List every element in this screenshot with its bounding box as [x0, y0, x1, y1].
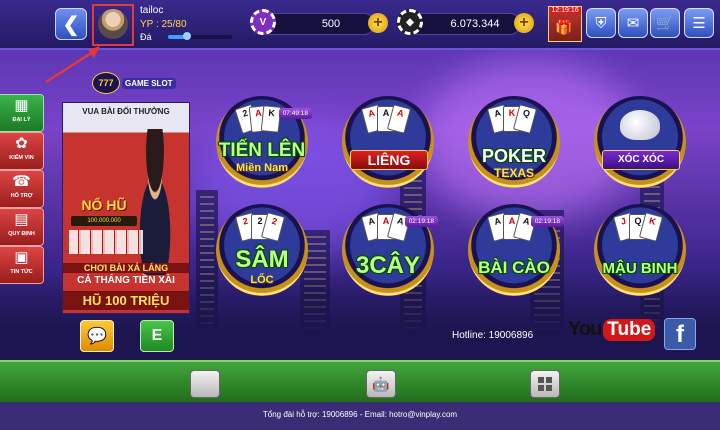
brand-logo: 777 GAME SLOT	[92, 72, 176, 94]
news-icon: ▣	[14, 249, 29, 266]
game-bai-cao[interactable]: A A A 02:19:18 BÀI CÀO	[468, 204, 564, 296]
cart-icon: 🛒	[655, 15, 675, 32]
youtube-button[interactable]: You Tube	[568, 318, 656, 341]
event-clock-button[interactable]: 12:19:16 🎁	[548, 6, 582, 42]
coin-chip-icon: ◆	[397, 9, 423, 35]
shield-icon: ⛨	[595, 14, 607, 32]
book-icon: ▤	[14, 211, 29, 228]
game-timer: 07:49:18	[278, 108, 312, 119]
game-lieng[interactable]: A A A LIÊNG	[342, 96, 434, 188]
cards-icon: J Q K	[612, 212, 666, 254]
gift-icon: ✿	[15, 135, 28, 152]
playing-cards-image	[69, 230, 143, 254]
chat-button[interactable]: 💬	[80, 320, 114, 352]
xp-progress-bar	[168, 32, 232, 40]
game-xoc-xoc[interactable]: XÓC XÓC	[594, 96, 686, 188]
game-mau-binh[interactable]: J Q K MẬU BINH	[594, 204, 686, 296]
cards-icon: A K Q	[486, 104, 540, 146]
footer-contact: Tổng đài hỗ trợ: 19006896 - Email: hotro…	[262, 410, 458, 419]
menu-button[interactable]: ☰	[684, 8, 714, 38]
avatar[interactable]	[98, 9, 128, 39]
username: tailoc	[140, 5, 164, 16]
hotline-text: Hotline: 19006896	[452, 330, 534, 341]
game-sam-loc[interactable]: 2 2 2 SÂM LỐC	[216, 204, 308, 296]
chip-balance: 500	[321, 18, 341, 30]
vin-chip-icon: V	[250, 9, 276, 35]
hamburger-icon: ☰	[692, 15, 706, 32]
support-icon: ☎	[12, 173, 31, 190]
vp-level: YP : 25/80	[140, 19, 187, 30]
security-button[interactable]: ⛨	[586, 8, 616, 38]
treasure-icon: 🎁	[555, 19, 573, 35]
android-download-button[interactable]: 🤖	[366, 370, 396, 398]
promo-banner[interactable]: VUA BÀI ĐỔI THƯỞNG NỔ HŨ 100.000.000 CHƠ…	[62, 102, 190, 314]
rank-label: Đá	[140, 32, 152, 42]
sidebar-item-tin-tuc[interactable]: ▣ TIN TỨC	[0, 246, 44, 284]
game-poker-texas[interactable]: A K Q POKER TEXAS	[468, 96, 560, 188]
sidebar-item-kiem-vin[interactable]: ✿ KIẾM VIN	[0, 132, 44, 170]
android-icon: 🤖	[372, 375, 390, 392]
facebook-button[interactable]: f	[664, 318, 696, 350]
ios-download-button[interactable]	[190, 370, 220, 398]
back-arrow-icon: ❮	[62, 13, 80, 36]
mail-icon: ✉	[626, 15, 640, 32]
game-tien-len[interactable]: 2 A K 07:49:18 TIẾN LÊN Miền Nam	[216, 96, 312, 188]
shop-button[interactable]: 🛒	[650, 8, 680, 38]
add-chip-button[interactable]: +	[368, 13, 388, 33]
store-icon: ▦	[14, 97, 29, 114]
sidebar-item-ho-tro[interactable]: ☎ HỖ TRỢ	[0, 170, 44, 208]
game-3-cay[interactable]: A A A 02:19:18 3CÂY	[342, 204, 438, 296]
coin-balance: 6.073.344	[450, 18, 500, 30]
event-clock-time: 12:19:16	[549, 7, 581, 14]
chip-balance-display: 500	[262, 13, 374, 35]
coin-balance-display: 6.073.344	[408, 13, 520, 35]
back-button[interactable]: ❮	[55, 8, 87, 40]
windows-download-button[interactable]	[530, 370, 560, 398]
windows-icon	[538, 377, 552, 391]
cards-icon: A A A	[360, 104, 414, 146]
download-bar: 🤖	[0, 360, 720, 404]
add-coin-button[interactable]: +	[514, 13, 534, 33]
sidebar-item-quy-dinh[interactable]: ▤ QUY ĐỊNH	[0, 208, 44, 246]
xp-progress-knob	[183, 32, 192, 40]
footer: Tổng đài hỗ trợ: 19006896 - Email: hotro…	[0, 402, 720, 430]
mail-button[interactable]: ✉	[618, 8, 648, 38]
game-timer: 02:19:18	[530, 216, 564, 227]
sidebar-item-dai-ly[interactable]: ▦ ĐẠI LÝ	[0, 94, 44, 132]
e-button[interactable]: E	[140, 320, 174, 352]
game-timer: 02:19:18	[404, 216, 438, 227]
dice-bowl-icon	[620, 110, 660, 140]
chat-icon: 💬	[87, 328, 107, 345]
